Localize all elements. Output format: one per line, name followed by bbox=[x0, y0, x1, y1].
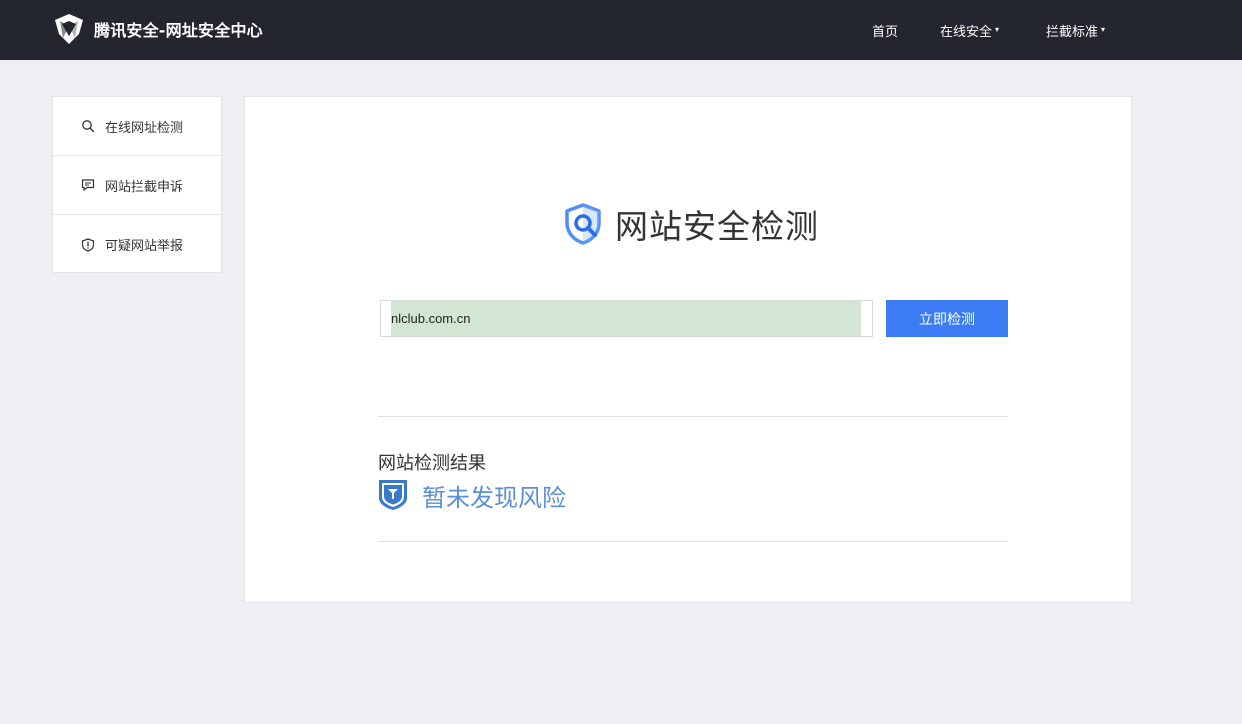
nav-home-label: 首页 bbox=[872, 24, 899, 40]
tencent-security-logo-icon bbox=[55, 14, 83, 44]
shield-safe-icon bbox=[379, 480, 407, 510]
shield-search-icon bbox=[565, 203, 601, 245]
nav-home[interactable]: 首页 bbox=[872, 0, 898, 60]
shield-alert-icon bbox=[81, 237, 95, 252]
nav-block-standard[interactable]: 拦截标准 ▾ bbox=[1046, 0, 1105, 60]
chevron-down-icon: ▾ bbox=[1101, 25, 1106, 34]
top-navigation-bar: 腾讯安全-网址安全中心 首页 在线安全 ▾ 拦截标准 ▾ bbox=[0, 0, 1242, 60]
sidebar-item-label: 可疑网站举报 bbox=[105, 239, 184, 254]
url-input-box[interactable] bbox=[380, 300, 873, 337]
sidebar-item-appeal[interactable]: 网站拦截申诉 bbox=[53, 156, 221, 215]
divider bbox=[378, 541, 1008, 542]
check-now-button[interactable]: 立即检测 bbox=[886, 300, 1008, 337]
result-status: 暂未发现风险 bbox=[378, 479, 566, 512]
url-input[interactable] bbox=[381, 301, 872, 336]
sidebar-item-url-check[interactable]: 在线网址检测 bbox=[53, 97, 221, 156]
page-heading: 网站安全检测 bbox=[561, 201, 819, 247]
nav-block-standard-label: 拦截标准 bbox=[1046, 24, 1099, 40]
result-label: 网站检测结果 bbox=[378, 453, 486, 474]
result-text: 暂未发现风险 bbox=[422, 483, 566, 512]
sidebar-item-label: 网站拦截申诉 bbox=[105, 179, 184, 195]
sidebar-item-report[interactable]: 可疑网站举报 bbox=[53, 215, 221, 274]
search-icon bbox=[82, 120, 95, 133]
page-title: 网站安全检测 bbox=[615, 207, 819, 246]
sidebar: 在线网址检测 网站拦截申诉 可疑网站举报 bbox=[52, 96, 222, 273]
message-icon bbox=[81, 179, 95, 191]
sidebar-item-label: 在线网址检测 bbox=[105, 120, 184, 136]
chevron-down-icon: ▾ bbox=[995, 25, 1000, 34]
nav-online-security-label: 在线安全 bbox=[940, 24, 993, 40]
main-panel: 网站安全检测 立即检测 网站检测结果 暂未发现风险 bbox=[244, 96, 1132, 603]
brand[interactable]: 腾讯安全-网址安全中心 bbox=[52, 12, 263, 46]
brand-title: 腾讯安全-网址安全中心 bbox=[94, 21, 263, 40]
divider bbox=[378, 416, 1008, 417]
nav-online-security[interactable]: 在线安全 ▾ bbox=[940, 0, 999, 60]
